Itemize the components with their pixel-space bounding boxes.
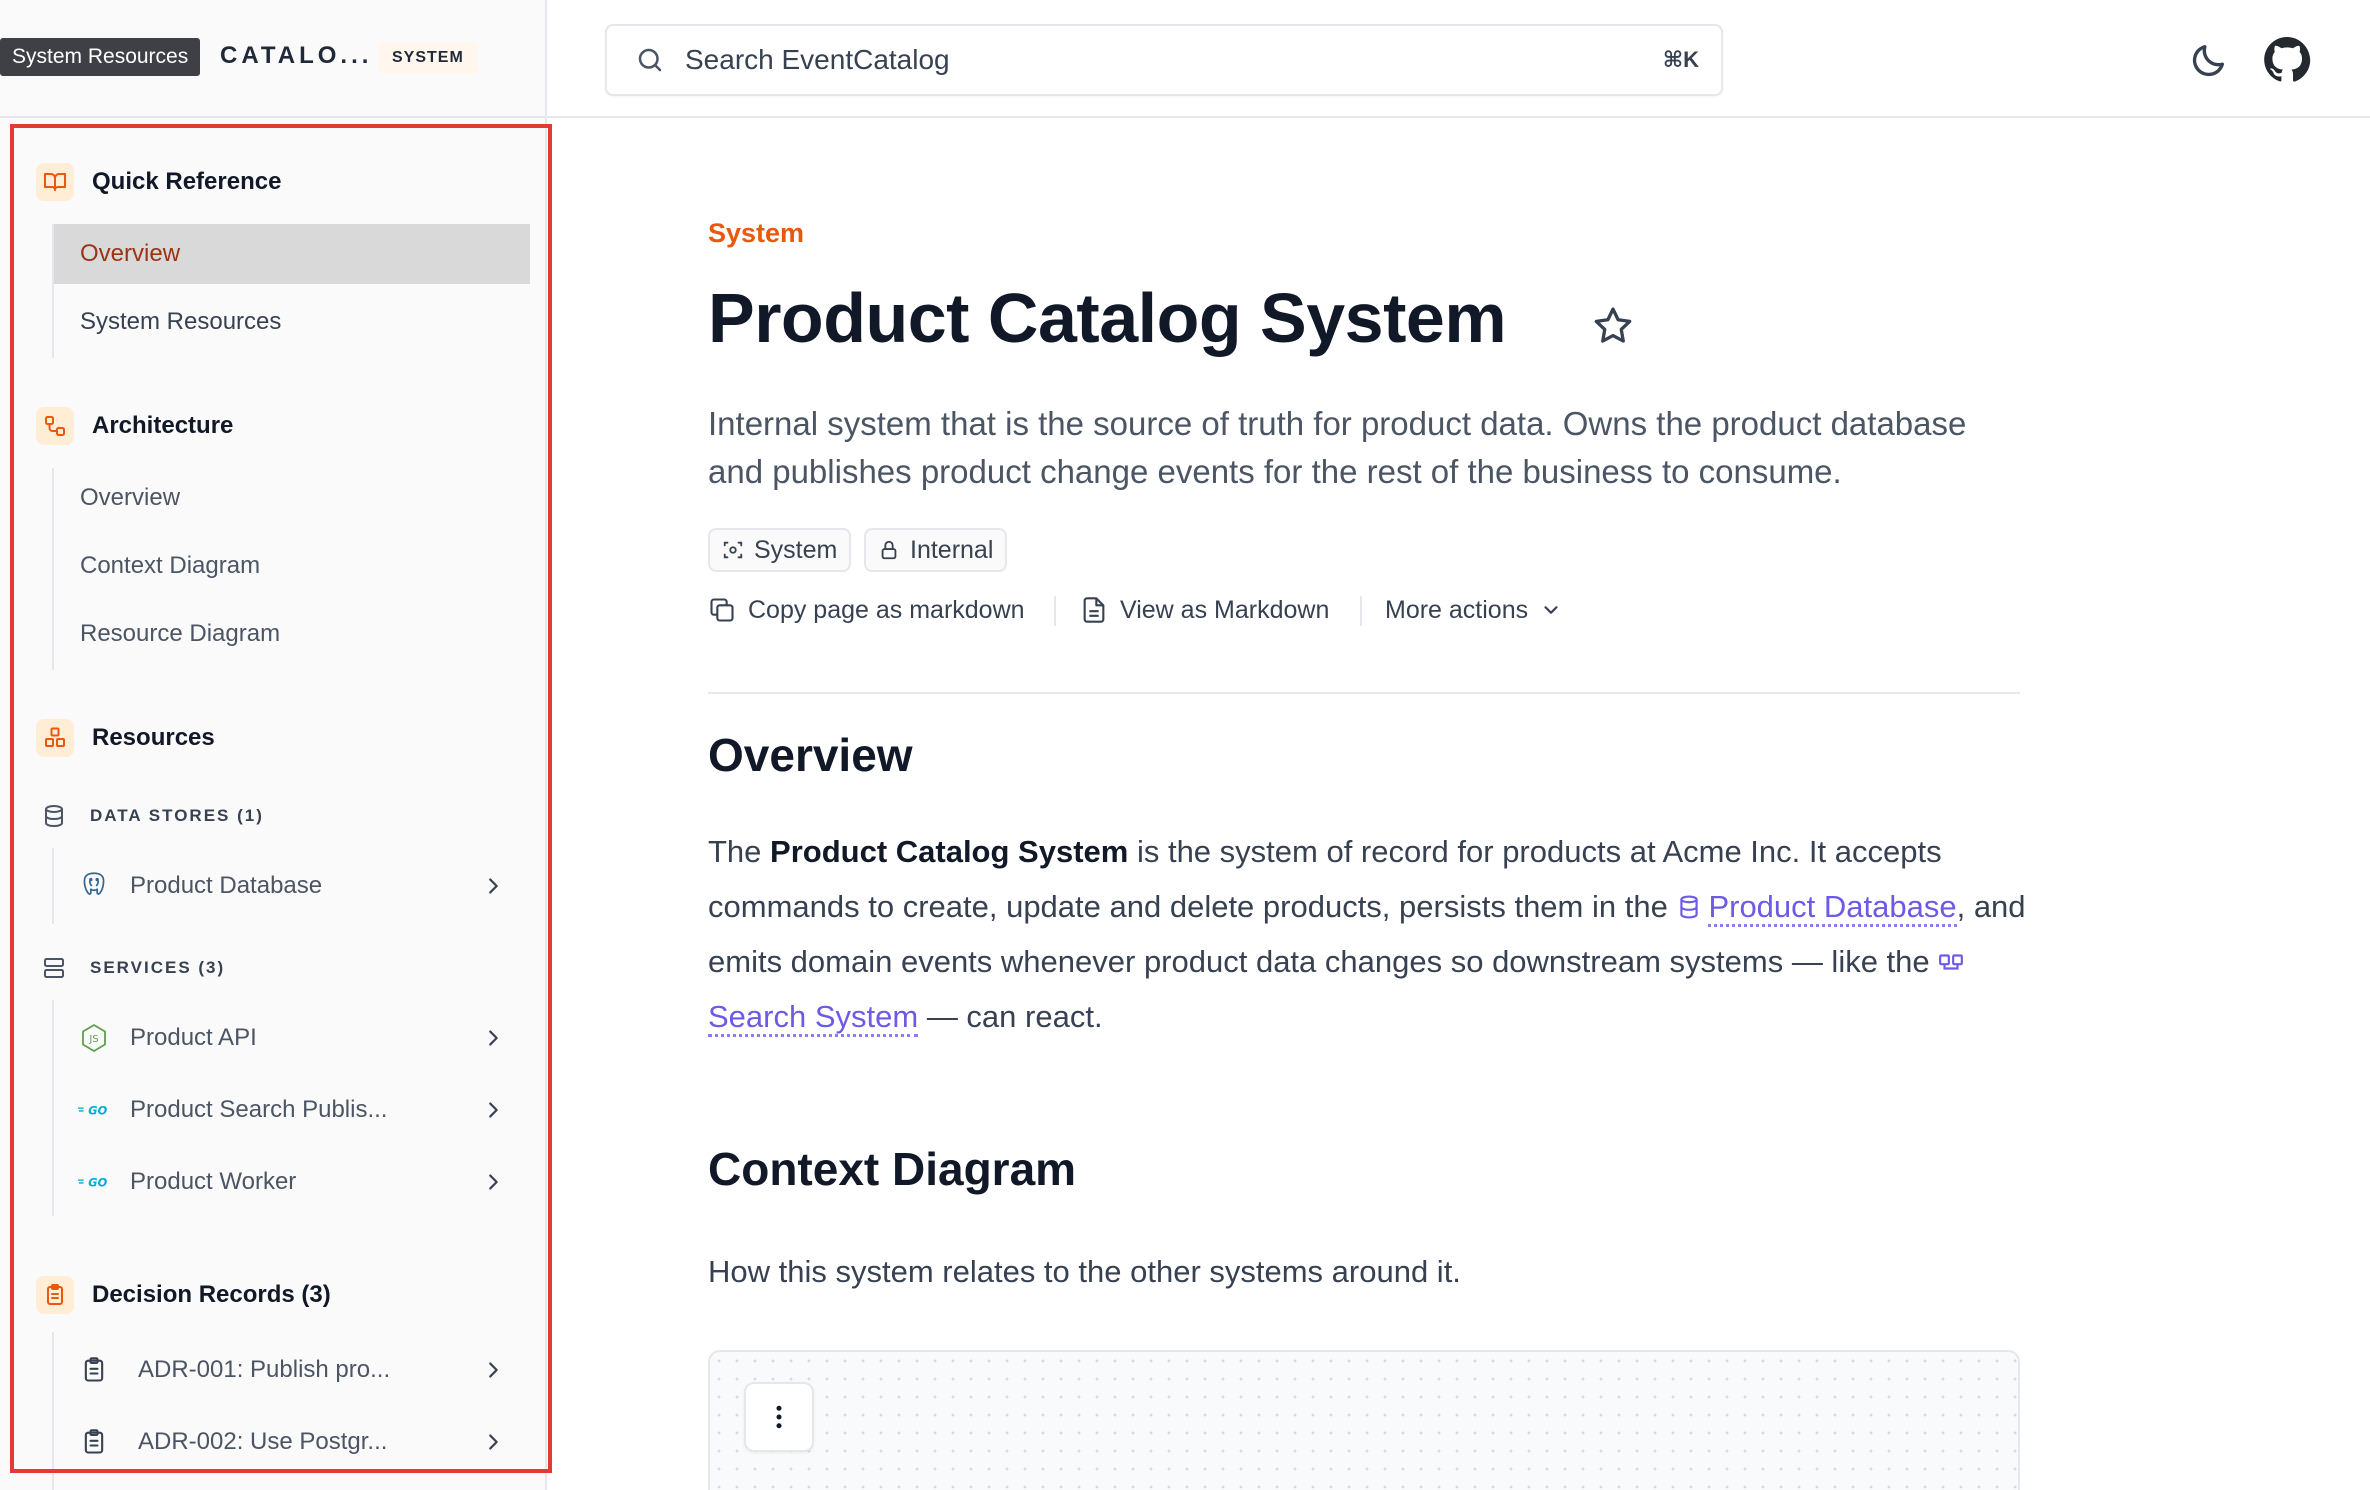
boxes-icon — [36, 719, 74, 757]
bold-system-name: Product Catalog System — [770, 834, 1129, 869]
section-heading-context-diagram: Context Diagram — [708, 1143, 1077, 1195]
svg-text:JS: JS — [88, 1034, 98, 1045]
database-icon — [1680, 895, 1699, 919]
book-open-icon — [36, 163, 74, 201]
group-label: SERVICES (3) — [90, 958, 226, 977]
chevron-right-icon[interactable] — [482, 1431, 504, 1453]
scan-icon — [723, 541, 743, 559]
chevron-right-icon[interactable] — [482, 875, 504, 897]
section-title: Resources — [92, 724, 215, 751]
context-description: How this system relates to the other sys… — [708, 1254, 1461, 1289]
section-heading-overview: Overview — [708, 729, 913, 781]
sidebar-item-resource-diagram[interactable]: Resource Diagram — [54, 604, 530, 664]
section-architecture[interactable]: Architecture — [36, 406, 233, 446]
search-icon — [638, 48, 662, 72]
system-icon — [1939, 954, 1964, 970]
sidebar: CATALO... SYSTEM System Resources Quick … — [0, 0, 552, 1490]
group-data-stores: DATA STORES (1) — [42, 801, 264, 831]
clipboard-list-icon — [76, 1352, 112, 1388]
chevron-right-icon[interactable] — [482, 1099, 504, 1121]
chevron-down-icon — [1544, 606, 1558, 614]
file-text-icon — [1083, 597, 1105, 623]
sidebar-item-label: ADR-001: Publish pro... — [138, 1356, 391, 1383]
clipboard-list-icon — [76, 1424, 112, 1460]
star-icon[interactable] — [1591, 304, 1635, 348]
group-services: SERVICES (3) — [42, 953, 225, 983]
go-icon: GO — [76, 1164, 112, 1200]
group-label: DATA STORES (1) — [90, 806, 264, 825]
section-title: Quick Reference — [92, 168, 282, 195]
badge-label: System — [754, 535, 838, 564]
sidebar-item-label: Product Worker — [130, 1168, 297, 1195]
copy-icon — [710, 598, 734, 622]
badge-label: Internal — [910, 535, 994, 564]
chevron-right-icon[interactable] — [482, 1171, 504, 1193]
search-bar[interactable]: Search EventCatalog ⌘K — [605, 24, 1723, 96]
moon-icon[interactable] — [2189, 40, 2229, 80]
sidebar-item-adr-002[interactable]: ADR-002: Use Postgr... — [54, 1412, 504, 1472]
postgres-icon — [76, 868, 112, 904]
sidebar-item-label: Product Database — [130, 872, 323, 899]
chevron-right-icon[interactable] — [482, 1027, 504, 1049]
overview-paragraph: The Product Catalog System is the system… — [708, 824, 2038, 1044]
search-input[interactable]: Search EventCatalog — [685, 44, 1663, 76]
section-decision-records[interactable]: Decision Records (3) — [36, 1275, 331, 1315]
svg-text:GO: GO — [88, 1176, 107, 1190]
sidebar-item-label: Product API — [130, 1024, 257, 1051]
action-label: View as Markdown — [1120, 595, 1330, 624]
sidebar-item-label: Product Search Publis... — [130, 1096, 388, 1123]
tooltip: System Resources — [0, 38, 201, 76]
sidebar-item-context-diagram[interactable]: Context Diagram — [54, 536, 530, 596]
divider — [708, 692, 2020, 694]
search-system-link[interactable]: Search System — [708, 999, 919, 1037]
page-summary: Internal system that is the source of tr… — [708, 405, 1967, 490]
more-actions-button[interactable]: More actions — [1385, 590, 1562, 630]
brand-badge: SYSTEM — [378, 42, 478, 74]
sidebar-item-product-database[interactable]: Product Database — [54, 856, 504, 916]
server-icon — [44, 958, 64, 978]
workflow-icon — [36, 407, 74, 445]
sidebar-item-architecture-overview[interactable]: Overview — [54, 468, 530, 528]
go-icon: GO — [76, 1092, 112, 1128]
view-markdown-button[interactable]: View as Markdown — [1080, 590, 1329, 630]
more-vertical-icon — [776, 1405, 782, 1429]
section-resources[interactable]: Resources — [36, 718, 215, 758]
sidebar-item-adr-001[interactable]: ADR-001: Publish pro... — [54, 1340, 504, 1400]
database-icon — [45, 805, 63, 828]
page-kicker: System — [708, 218, 805, 248]
product-database-link[interactable]: Product Database — [1708, 889, 1957, 927]
badge-internal: Internal — [864, 528, 1008, 572]
context-diagram-canvas[interactable] — [708, 1350, 2020, 1490]
clipboard-icon — [36, 1276, 74, 1314]
badge-system: System — [708, 528, 852, 572]
svg-text:GO: GO — [88, 1104, 107, 1118]
nodejs-icon: JS — [76, 1020, 112, 1056]
section-title: Architecture — [92, 412, 234, 439]
copy-markdown-button[interactable]: Copy page as markdown — [708, 590, 1025, 630]
sidebar-item-product-api[interactable]: JS Product API — [54, 1008, 504, 1068]
section-title: Decision Records (3) — [92, 1281, 331, 1308]
action-label: Copy page as markdown — [748, 595, 1025, 624]
chevron-right-icon[interactable] — [482, 1359, 504, 1381]
section-quick-reference[interactable]: Quick Reference — [36, 162, 281, 202]
sidebar-item-product-worker[interactable]: GO Product Worker — [54, 1152, 504, 1212]
sidebar-item-overview[interactable]: Overview — [54, 224, 530, 284]
sidebar-item-system-resources[interactable]: System Resources — [54, 292, 530, 352]
sidebar-item-label: ADR-002: Use Postgr... — [138, 1428, 388, 1455]
search-shortcut: ⌘K — [1662, 47, 1699, 72]
diagram-menu-button[interactable] — [744, 1382, 814, 1452]
page-title: Product Catalog System — [708, 279, 1507, 357]
brand-name[interactable]: CATALO... — [220, 42, 372, 70]
github-icon[interactable] — [2263, 36, 2311, 84]
sidebar-item-product-search-publisher[interactable]: GO Product Search Publis... — [54, 1080, 504, 1140]
lock-icon — [881, 540, 897, 560]
action-label: More actions — [1385, 595, 1529, 624]
top-bar: Search EventCatalog ⌘K — [547, 0, 2370, 118]
